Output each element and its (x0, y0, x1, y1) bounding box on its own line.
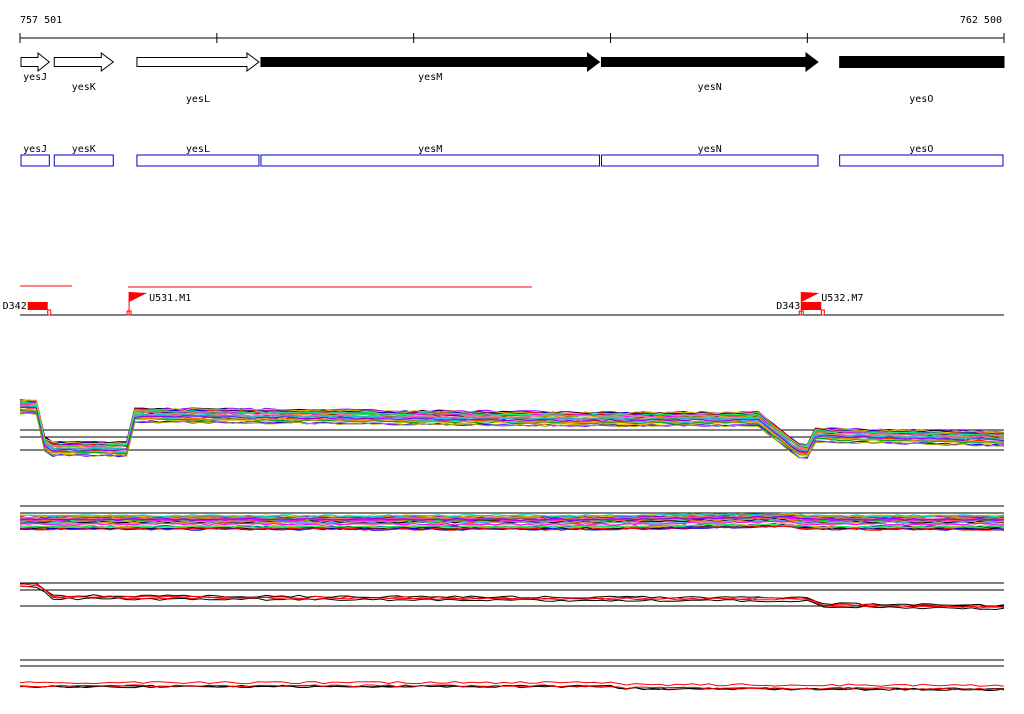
flag-u532-m7[interactable] (801, 292, 820, 302)
feature-block-stub-d343 (820, 309, 825, 316)
gene-arrow-track: yesJ yesK yesL yesM yesN yesO (20, 51, 1005, 105)
gene-box-yeso[interactable] (839, 154, 1004, 167)
gene-box-label-yesn: yesN (698, 144, 722, 155)
feature-label-d342: D342 (3, 301, 27, 312)
gene-box-yesn[interactable] (600, 154, 819, 167)
ruler-end-label: 762 500 (960, 15, 1002, 26)
feature-label-u531-m1: U531.M1 (149, 293, 191, 304)
gene-box-label-yesl: yesL (186, 144, 210, 155)
gene-arrow-label-yesj: yesJ (23, 72, 47, 83)
gene-arrow-yesk[interactable] (53, 52, 115, 72)
gene-box-yesm[interactable] (260, 154, 600, 167)
gene-box-yesj[interactable] (20, 154, 50, 167)
feature-track: D342 U531.M1 D343 U532.M7 (3, 285, 1004, 316)
gene-arrow-yesj[interactable] (20, 51, 51, 73)
gene-box-label-yesj: yesJ (23, 144, 47, 155)
series-line (19, 582, 1005, 607)
gene-arrow-label-yesn: yesN (698, 82, 722, 93)
gene-box-label-yesk: yesK (72, 144, 96, 155)
gene-arrow-yesm[interactable] (260, 52, 601, 72)
gene-box-track: yesJ yesK yesL yesM yesN yesO (20, 144, 1004, 167)
gene-arrow-label-yeso: yesO (909, 94, 933, 105)
feature-block-stub-d342 (47, 309, 52, 316)
genome-browser: 757 501 762 500 yesJ yesK yesL yesM yesN yesO… (3, 15, 1005, 692)
data-panel-3 (19, 582, 1005, 611)
flag-u531-m1[interactable] (129, 292, 148, 302)
data-panel-1 (19, 398, 1005, 459)
gene-arrow-yeso[interactable] (839, 56, 1005, 68)
gene-box-label-yeso: yesO (909, 144, 933, 155)
gene-arrow-yesn[interactable] (600, 52, 819, 72)
gene-arrow-label-yesk: yesK (72, 82, 96, 93)
feature-label-u532-m7: U532.M7 (821, 293, 863, 304)
feature-block-d342[interactable] (27, 302, 48, 310)
gene-box-yesk[interactable] (53, 154, 114, 167)
gene-arrow-yesl[interactable] (136, 52, 260, 72)
feature-block-d343[interactable] (801, 302, 822, 310)
gene-box-label-yesm: yesM (418, 144, 442, 155)
ruler-start-label: 757 501 (20, 15, 62, 26)
data-panels (19, 398, 1005, 692)
gene-arrow-label-yesm: yesM (418, 72, 442, 83)
gene-arrow-label-yesl: yesL (186, 94, 210, 105)
gene-box-yesl[interactable] (136, 154, 260, 167)
position-ruler: 757 501 762 500 (19, 15, 1005, 43)
feature-label-d343: D343 (776, 301, 800, 312)
data-panel-2 (19, 505, 1005, 531)
data-panel-4 (19, 659, 1005, 692)
